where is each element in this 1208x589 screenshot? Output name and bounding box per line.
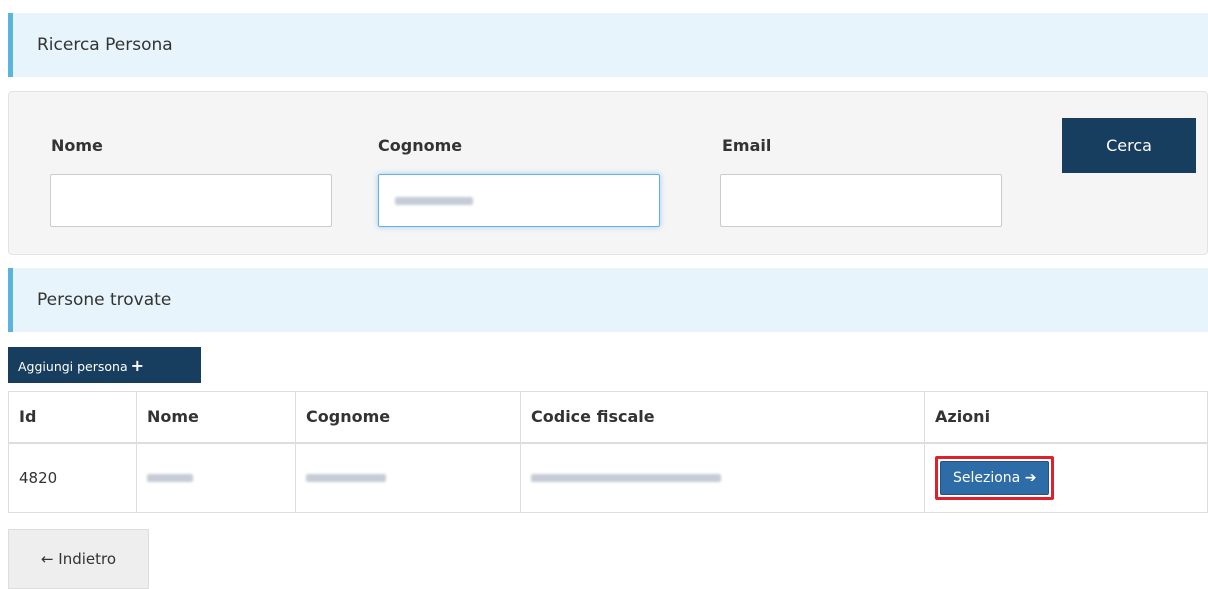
cell-azioni: Seleziona ➔ <box>924 442 1208 513</box>
email-input[interactable] <box>720 174 1002 227</box>
add-person-button[interactable]: Aggiungi persona + <box>8 347 201 383</box>
codice-fiscale-blurred-value <box>531 474 721 483</box>
cell-codice-fiscale <box>520 442 925 513</box>
column-header-cognome: Cognome <box>295 391 521 444</box>
search-section-title: Ricerca Persona <box>37 35 173 55</box>
back-button[interactable]: ← Indietro <box>8 529 149 589</box>
add-person-label: Aggiungi persona <box>18 358 128 374</box>
nome-blurred-value <box>147 474 193 483</box>
cognome-blurred-value <box>306 474 386 483</box>
cell-id: 4820 <box>8 442 137 513</box>
cognome-input[interactable] <box>378 174 660 227</box>
cognome-input-blurred-value <box>395 196 473 205</box>
search-button[interactable]: Cerca <box>1062 118 1196 173</box>
cell-nome <box>136 442 296 513</box>
column-header-azioni: Azioni <box>924 391 1208 444</box>
results-section-header: Persone trovate <box>8 268 1208 332</box>
back-button-label: Indietro <box>58 550 117 568</box>
results-section-title: Persone trovate <box>37 290 172 310</box>
search-panel: Nome Cognome Email Cerca <box>8 91 1208 255</box>
email-label: Email <box>722 136 772 155</box>
select-button-highlight: Seleziona ➔ <box>935 455 1055 500</box>
cognome-label: Cognome <box>378 136 463 155</box>
column-header-id: Id <box>8 391 137 444</box>
results-table: Id Nome Cognome Codice fiscale Azioni 48… <box>8 391 1208 513</box>
cell-cognome <box>295 442 521 513</box>
nome-label: Nome <box>51 136 103 155</box>
arrow-left-icon: ← <box>40 550 54 568</box>
table-row: 4820 Seleziona ➔ <box>8 442 1208 513</box>
nome-input[interactable] <box>50 174 332 227</box>
column-header-nome: Nome <box>136 391 296 444</box>
select-button-label: Seleziona <box>953 469 1021 486</box>
table-header-row: Id Nome Cognome Codice fiscale Azioni <box>8 391 1208 444</box>
plus-icon: + <box>130 355 145 375</box>
column-header-codice-fiscale: Codice fiscale <box>520 391 925 444</box>
select-person-button[interactable]: Seleziona ➔ <box>940 460 1050 495</box>
search-section-header: Ricerca Persona <box>8 13 1208 77</box>
arrow-right-icon: ➔ <box>1024 469 1037 486</box>
